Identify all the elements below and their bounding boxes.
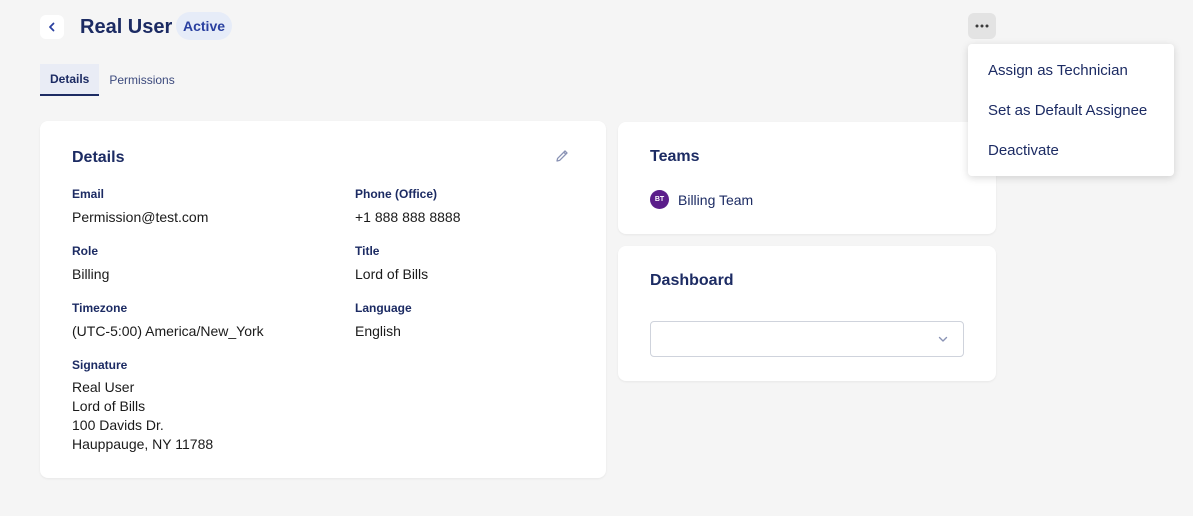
email-label: Email xyxy=(72,187,105,201)
title-label: Title xyxy=(355,244,380,258)
actions-menu: Assign as Technician Set as Default Assi… xyxy=(968,44,1174,176)
timezone-label: Timezone xyxy=(72,301,128,315)
ellipsis-icon xyxy=(975,24,989,28)
signature-label: Signature xyxy=(72,358,128,372)
timezone-value: (UTC-5:00) America/New_York xyxy=(72,323,264,339)
team-avatar: BT xyxy=(650,190,669,209)
dashboard-card: Dashboard xyxy=(618,246,996,381)
language-label: Language xyxy=(355,301,412,315)
signature-block: Real User Lord of Bills 100 Davids Dr. H… xyxy=(72,378,213,454)
details-card-title: Details xyxy=(72,149,125,166)
back-button[interactable] xyxy=(40,15,64,39)
signature-line: 100 Davids Dr. xyxy=(72,417,164,433)
role-label: Role xyxy=(72,244,99,258)
teams-card: Teams BT Billing Team xyxy=(618,122,996,234)
team-name: Billing Team xyxy=(678,191,754,208)
signature-line: Lord of Bills xyxy=(72,398,146,414)
chevron-down-icon xyxy=(938,336,948,342)
chevron-left-icon xyxy=(49,22,55,32)
signature-line: Real User xyxy=(72,379,135,395)
signature-line: Hauppauge, NY 11788 xyxy=(72,436,214,452)
tab-bar: Details Permissions xyxy=(40,64,185,96)
page-title: Real User xyxy=(80,16,173,38)
email-value: Permission@test.com xyxy=(72,209,209,225)
title-value: Lord of Bills xyxy=(355,266,429,282)
dashboard-card-title: Dashboard xyxy=(650,272,734,289)
language-value: English xyxy=(355,323,401,339)
phone-value: +1 888 888 8888 xyxy=(355,209,461,225)
details-card: Details Email Permission@test.com Phone … xyxy=(40,121,606,478)
menu-item-assign-technician[interactable]: Assign as Technician xyxy=(968,50,1174,90)
teams-card-title: Teams xyxy=(650,148,700,165)
more-actions-button[interactable] xyxy=(968,13,996,39)
tab-details[interactable]: Details xyxy=(40,64,100,96)
role-value: Billing xyxy=(72,266,110,282)
team-item[interactable]: BT Billing Team xyxy=(650,190,753,209)
status-badge: Active xyxy=(176,12,233,40)
menu-item-deactivate[interactable]: Deactivate xyxy=(968,130,1174,170)
tab-permissions[interactable]: Permissions xyxy=(99,64,184,96)
dashboard-select[interactable] xyxy=(650,321,964,357)
phone-label: Phone (Office) xyxy=(355,187,438,201)
menu-item-set-default-assignee[interactable]: Set as Default Assignee xyxy=(968,90,1174,130)
pencil-icon[interactable] xyxy=(554,148,570,164)
